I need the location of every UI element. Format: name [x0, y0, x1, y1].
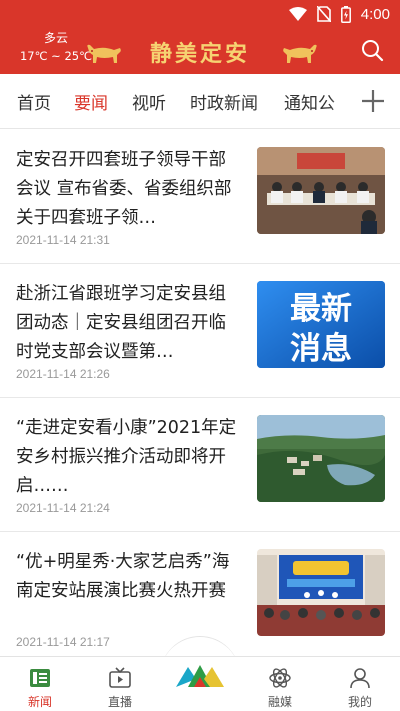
tab-video-audio[interactable]: 视听: [132, 89, 166, 114]
news-title[interactable]: 赴浙江省跟班学习定安县组团动态｜定安县组团召开临时党支部会议暨第…: [16, 280, 238, 367]
category-tabs: 首页 要闻 视听 时政新闻 通知公: [0, 74, 400, 129]
nav-profile[interactable]: 我的: [320, 657, 400, 711]
tab-home[interactable]: 首页: [17, 89, 51, 114]
news-title[interactable]: “走进定安看小康”2021年定安乡村振兴推介活动即将开启……: [16, 414, 238, 501]
tab-notices[interactable]: 通知公: [284, 89, 335, 114]
app-header: 4:00 多云 17℃ ~ 25℃ 静美定安: [0, 0, 400, 74]
news-timestamp: 2021-11-14 21:17: [16, 635, 110, 649]
news-icon: [30, 669, 50, 687]
nav-news-label: 新闻: [27, 695, 52, 709]
app-brand-title: 静美定安: [150, 41, 251, 67]
news-title[interactable]: “优+明星秀·大家艺启秀”海南定安站展演比赛火热开赛: [16, 548, 238, 606]
nav-live-label: 直播: [107, 695, 132, 709]
app-logo-icon[interactable]: [174, 661, 226, 689]
news-timestamp: 2021-11-14 21:26: [16, 367, 110, 381]
thumb-text-line1: 最新: [290, 291, 352, 327]
wifi-icon: [288, 7, 307, 21]
tab-fade-overlay: [330, 74, 345, 128]
atom-icon: [269, 668, 291, 688]
latest-news-banner-icon: 最新 消息: [257, 281, 385, 368]
status-bar: 4:00: [288, 4, 390, 24]
clock: 4:00: [360, 5, 390, 23]
search-icon[interactable]: [360, 38, 384, 62]
news-thumbnail[interactable]: [257, 549, 385, 636]
news-title[interactable]: 定安召开四套班子领导干部会议 宣布省委、省委组织部关于四套班子领…: [16, 146, 238, 233]
tab-headlines[interactable]: 要闻: [74, 89, 108, 114]
news-thumbnail[interactable]: [257, 147, 385, 234]
nav-news[interactable]: 新闻: [0, 657, 80, 711]
nav-media[interactable]: 融媒: [240, 657, 320, 711]
aerial-village-photo-icon: [257, 415, 385, 502]
nav-media-label: 融媒: [267, 695, 292, 709]
no-sim-icon: [316, 6, 331, 22]
tv-icon: [109, 667, 131, 688]
tab-strip[interactable]: 首页 要闻 视听 时政新闻 通知公: [0, 74, 345, 128]
nav-profile-label: 我的: [347, 695, 372, 709]
news-thumbnail[interactable]: [257, 415, 385, 502]
meeting-photo-icon: [257, 147, 385, 234]
news-thumbnail[interactable]: 最新 消息: [257, 281, 385, 368]
nav-live[interactable]: 直播: [80, 657, 160, 711]
news-item[interactable]: 赴浙江省跟班学习定安县组团动态｜定安县组团召开临时党支部会议暨第… 2021-1…: [0, 264, 400, 398]
add-tab-icon[interactable]: [360, 88, 386, 114]
news-timestamp: 2021-11-14 21:31: [16, 233, 110, 247]
news-item[interactable]: 定安召开四套班子领导干部会议 宣布省委、省委组织部关于四套班子领… 2021-1…: [0, 130, 400, 264]
ox-decoration-icon: [283, 44, 317, 63]
stage-performance-photo-icon: [257, 549, 385, 636]
tab-politics-news[interactable]: 时政新闻: [190, 89, 258, 114]
thumb-text-line2: 消息: [290, 331, 352, 367]
news-item[interactable]: “走进定安看小康”2021年定安乡村振兴推介活动即将开启…… 2021-11-1…: [0, 398, 400, 532]
profile-icon: [350, 668, 370, 689]
ox-decoration-icon: [87, 44, 121, 63]
news-timestamp: 2021-11-14 21:24: [16, 501, 110, 515]
battery-icon: [340, 5, 351, 23]
